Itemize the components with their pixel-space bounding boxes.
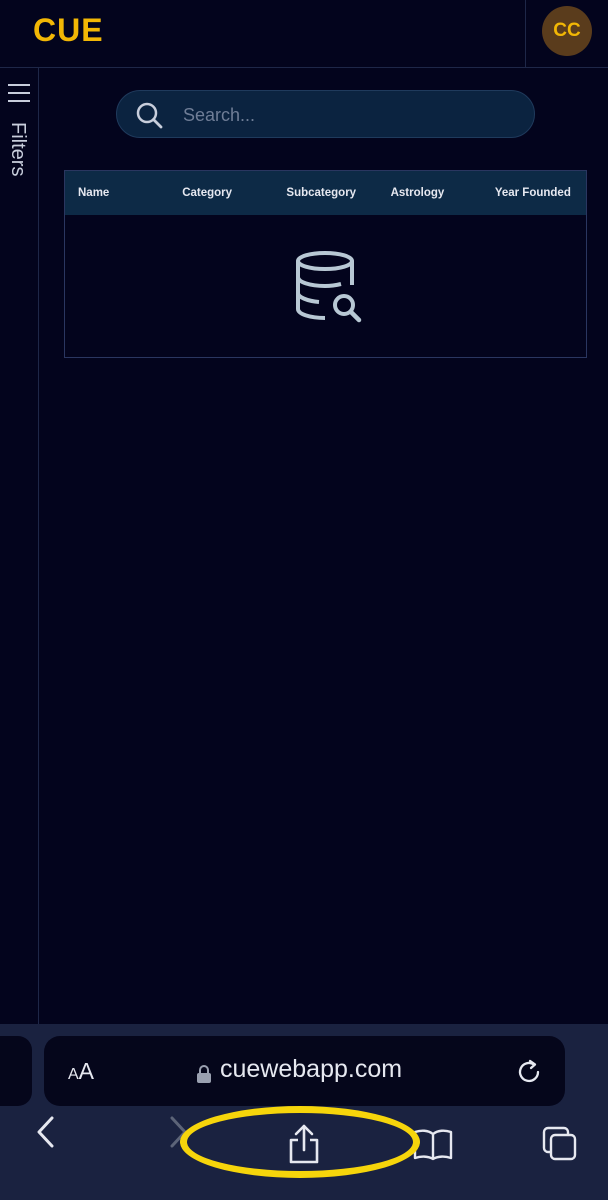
column-header-year-founded[interactable]: Year Founded bbox=[482, 171, 586, 215]
column-header-astrology[interactable]: Astrology bbox=[378, 171, 482, 215]
table-header: Name Category Subcategory Astrology Year… bbox=[65, 171, 586, 215]
tabs-icon[interactable] bbox=[540, 1124, 580, 1164]
lock-icon bbox=[197, 1065, 211, 1083]
database-search-icon bbox=[296, 251, 362, 323]
column-header-name[interactable]: Name bbox=[65, 171, 169, 215]
reload-icon[interactable] bbox=[516, 1058, 544, 1086]
avatar-initials: CC bbox=[553, 20, 581, 41]
avatar[interactable]: CC bbox=[542, 6, 592, 56]
text-size-big-glyph: A bbox=[78, 1058, 95, 1084]
text-size-button[interactable]: AA bbox=[68, 1058, 94, 1085]
address-bar[interactable]: AA cuewebapp.com bbox=[44, 1036, 565, 1106]
hamburger-menu-icon[interactable] bbox=[8, 84, 30, 104]
search-input[interactable] bbox=[181, 99, 515, 131]
text-size-small-glyph: A bbox=[68, 1066, 79, 1083]
previous-tab-stub[interactable] bbox=[0, 1036, 32, 1106]
column-header-category[interactable]: Category bbox=[169, 171, 273, 215]
app-header: CUE ✦ CC bbox=[0, 0, 608, 68]
back-icon[interactable] bbox=[32, 1112, 60, 1152]
header-divider bbox=[525, 0, 526, 68]
filters-toggle[interactable]: Filters bbox=[6, 122, 29, 176]
url-text[interactable]: cuewebapp.com bbox=[220, 1055, 402, 1084]
highlight-ellipse bbox=[180, 1106, 420, 1178]
logo-star-icon: ✦ bbox=[42, 25, 52, 36]
column-header-subcategory[interactable]: Subcategory bbox=[273, 171, 377, 215]
results-table: Name Category Subcategory Astrology Year… bbox=[64, 170, 587, 358]
search-bar[interactable] bbox=[116, 90, 535, 138]
search-icon bbox=[136, 102, 163, 129]
cue-logo[interactable]: CUE ✦ bbox=[33, 12, 104, 48]
filters-sidebar: Filters bbox=[0, 68, 39, 1024]
